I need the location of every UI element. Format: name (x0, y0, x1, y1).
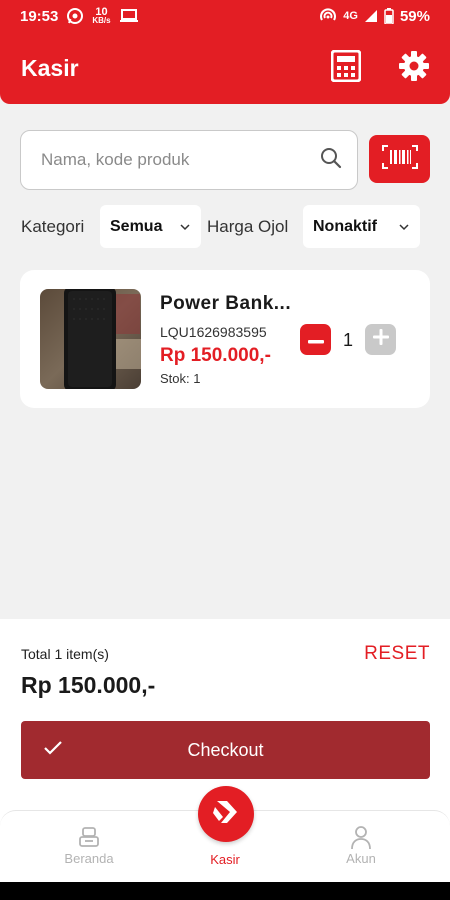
nav-item-kasir[interactable] (198, 786, 254, 842)
check-icon (43, 740, 63, 761)
page-title: Kasir (21, 55, 79, 81)
network-type: 4G (343, 10, 358, 22)
increase-quantity-button[interactable] (365, 324, 396, 355)
decrease-quantity-button[interactable] (300, 324, 331, 355)
product-image (40, 289, 141, 389)
nav-label-akun: Akun (346, 851, 376, 866)
total-price: Rp 150.000,- (21, 672, 156, 698)
quantity-value: 1 (343, 330, 354, 350)
total-items-label: Total 1 item(s) (21, 646, 109, 662)
plus-icon (372, 329, 389, 350)
product-card[interactable]: Power Bank... LQU1626983595 Rp 150.000,-… (20, 270, 430, 408)
battery-level: 59% (399, 7, 430, 25)
category-label: Kategori (21, 217, 85, 236)
app-header: 19:53 10 KB/s 4G 59% Kasir (0, 0, 450, 104)
nav-item-beranda[interactable]: Beranda (44, 823, 134, 866)
search-icon[interactable] (319, 146, 343, 175)
gear-icon (398, 50, 430, 87)
hotspot-icon (319, 8, 337, 24)
reset-button[interactable]: RESET (364, 643, 430, 665)
whatsapp-icon (66, 7, 84, 25)
signal-icon (364, 9, 378, 23)
status-time: 19:53 (20, 7, 59, 25)
user-icon (316, 823, 406, 851)
product-stock: Stok: 1 (160, 371, 201, 386)
checkout-button[interactable]: Checkout (21, 721, 430, 779)
laptop-icon (119, 8, 139, 24)
category-value: Semua (110, 217, 163, 235)
nav-item-akun[interactable]: Akun (316, 823, 406, 866)
search-field[interactable] (20, 130, 358, 190)
system-navigation-bar (0, 882, 450, 900)
cashier-icon (44, 823, 134, 851)
barcode-scan-button[interactable] (369, 135, 430, 183)
nav-label-kasir: Kasir (210, 852, 240, 867)
ojol-price-value: Nonaktif (313, 217, 377, 235)
status-bar: 19:53 10 KB/s 4G 59% (0, 0, 450, 32)
checkout-label: Checkout (187, 739, 264, 760)
kasir-logo-icon (211, 797, 241, 832)
category-dropdown[interactable]: Semua (100, 205, 201, 248)
product-name: Power Bank... (160, 293, 292, 314)
ojol-price-label: Harga Ojol (207, 217, 289, 236)
search-input[interactable] (41, 150, 319, 170)
barcode-icon (381, 144, 418, 174)
minus-icon (307, 331, 324, 349)
calculator-button[interactable] (328, 49, 364, 87)
chevron-down-icon (398, 223, 410, 231)
chevron-down-icon (179, 223, 191, 231)
nav-label-beranda: Beranda (64, 851, 114, 866)
battery-icon (384, 8, 394, 24)
product-code: LQU1626983595 (160, 324, 267, 340)
product-price: Rp 150.000,- (160, 345, 271, 366)
ojol-price-dropdown[interactable]: Nonaktif (303, 205, 420, 248)
network-speed: 10 KB/s (92, 6, 111, 25)
settings-button[interactable] (396, 50, 432, 86)
calculator-icon (330, 49, 362, 87)
